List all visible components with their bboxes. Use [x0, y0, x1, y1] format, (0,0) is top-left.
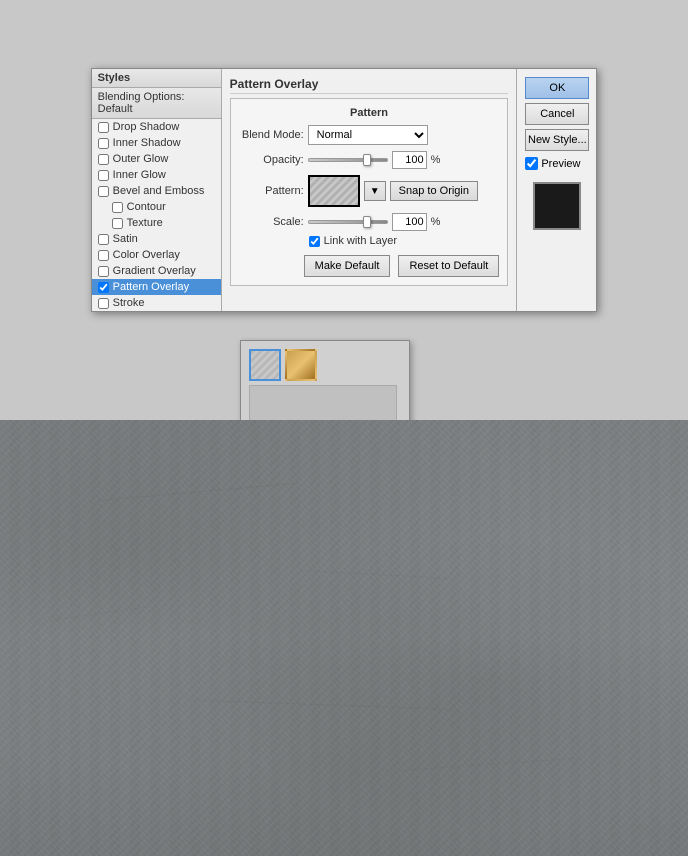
- opacity-slider[interactable]: [308, 158, 388, 162]
- style-item-pattern-overlay[interactable]: Pattern Overlay: [92, 279, 221, 295]
- checkbox-drop-shadow[interactable]: [98, 122, 109, 133]
- style-item-inner-glow[interactable]: Inner Glow: [92, 167, 221, 183]
- pattern-preview-area: ▼ Snap to Origin: [308, 175, 478, 207]
- pattern-overlay-content: Pattern Overlay Pattern Blend Mode: Norm…: [222, 69, 517, 311]
- concrete-texture-section: [0, 420, 688, 856]
- style-item-label: Texture: [127, 217, 163, 229]
- pattern-row: Pattern: ▼ Snap to Origin: [239, 175, 500, 207]
- style-item-contour[interactable]: Contour: [92, 199, 221, 215]
- link-layer-checkbox[interactable]: [309, 236, 320, 247]
- opacity-label: Opacity:: [239, 154, 304, 166]
- snap-to-origin-btn[interactable]: Snap to Origin: [390, 181, 478, 201]
- scale-input[interactable]: [392, 213, 427, 231]
- scale-label: Scale:: [239, 216, 304, 228]
- blend-mode-row: Blend Mode: Normal Multiply Screen Overl…: [239, 125, 500, 145]
- checkbox-satin[interactable]: [98, 234, 109, 245]
- style-item-stroke[interactable]: Stroke: [92, 295, 221, 311]
- style-item-drop-shadow[interactable]: Drop Shadow: [92, 119, 221, 135]
- preview-checkbox[interactable]: [525, 157, 538, 170]
- style-item-label: Color Overlay: [113, 249, 180, 261]
- concrete-overlay: [0, 420, 688, 856]
- opacity-percent: %: [431, 154, 441, 166]
- style-item-label: Bevel and Emboss: [113, 185, 205, 197]
- style-item-bevel-and-emboss[interactable]: Bevel and Emboss: [92, 183, 221, 199]
- style-item-label: Contour: [127, 201, 166, 213]
- action-buttons: Make Default Reset to Default: [239, 255, 500, 277]
- concrete-texture: [0, 420, 688, 856]
- checkbox-inner-shadow[interactable]: [98, 138, 109, 149]
- style-item-label: Outer Glow: [113, 153, 169, 165]
- style-item-inner-shadow[interactable]: Inner Shadow: [92, 135, 221, 151]
- preview-label: Preview: [541, 158, 580, 170]
- top-section: Styles Blending Options: Default Drop Sh…: [0, 0, 688, 420]
- style-item-label: Satin: [113, 233, 138, 245]
- checkbox-gradient-overlay[interactable]: [98, 266, 109, 277]
- styles-header: Styles: [92, 69, 221, 88]
- link-layer-label: Link with Layer: [324, 235, 397, 247]
- checkbox-contour[interactable]: [112, 202, 123, 213]
- checkbox-inner-glow[interactable]: [98, 170, 109, 181]
- checkbox-color-overlay[interactable]: [98, 250, 109, 261]
- link-layer-row: Link with Layer: [239, 235, 500, 247]
- blend-mode-label: Blend Mode:: [239, 129, 304, 141]
- scale-percent: %: [431, 216, 441, 228]
- pattern-thumb-gray[interactable]: [249, 349, 281, 381]
- preview-checkbox-row: Preview: [525, 157, 588, 170]
- new-style-button[interactable]: New Style...: [525, 129, 589, 151]
- scale-slider[interactable]: [308, 220, 388, 224]
- style-item-outer-glow[interactable]: Outer Glow: [92, 151, 221, 167]
- layer-style-dialog: Styles Blending Options: Default Drop Sh…: [91, 68, 598, 312]
- styles-panel: Styles Blending Options: Default Drop Sh…: [92, 69, 222, 311]
- ok-button[interactable]: OK: [525, 77, 589, 99]
- checkbox-pattern-overlay[interactable]: [98, 282, 109, 293]
- pattern-label: Pattern:: [239, 185, 304, 197]
- scale-row: Scale: %: [239, 213, 500, 231]
- checkbox-texture[interactable]: [112, 218, 123, 229]
- style-item-label: Inner Glow: [113, 169, 166, 181]
- checkbox-stroke[interactable]: [98, 298, 109, 309]
- style-item-texture[interactable]: Texture: [92, 215, 221, 231]
- style-item-satin[interactable]: Satin: [92, 231, 221, 247]
- opacity-input[interactable]: [392, 151, 427, 169]
- subsection-title: Pattern: [239, 107, 500, 119]
- blending-options-header[interactable]: Blending Options: Default: [92, 88, 221, 119]
- opacity-row: Opacity: %: [239, 151, 500, 169]
- checkbox-outer-glow[interactable]: [98, 154, 109, 165]
- style-item-color-overlay[interactable]: Color Overlay: [92, 247, 221, 263]
- pattern-thumbnails: [249, 349, 401, 381]
- preview-swatch: [533, 182, 581, 230]
- style-item-label: Gradient Overlay: [113, 265, 196, 277]
- style-item-label: Inner Shadow: [113, 137, 181, 149]
- style-item-gradient-overlay[interactable]: Gradient Overlay: [92, 263, 221, 279]
- style-item-label: Drop Shadow: [113, 121, 180, 133]
- checkbox-bevel-and-emboss[interactable]: [98, 186, 109, 197]
- pattern-swatch[interactable]: [308, 175, 360, 207]
- pattern-thumb-gold[interactable]: [285, 349, 317, 381]
- make-default-btn[interactable]: Make Default: [304, 255, 391, 277]
- pattern-dropdown-btn[interactable]: ▼: [364, 181, 386, 201]
- section-title: Pattern Overlay: [230, 77, 509, 94]
- right-buttons: OK Cancel New Style... Preview: [516, 69, 596, 311]
- reset-default-btn[interactable]: Reset to Default: [398, 255, 499, 277]
- style-item-label: Pattern Overlay: [113, 281, 189, 293]
- style-item-label: Stroke: [113, 297, 145, 309]
- blend-mode-select[interactable]: Normal Multiply Screen Overlay: [308, 125, 428, 145]
- cancel-button[interactable]: Cancel: [525, 103, 589, 125]
